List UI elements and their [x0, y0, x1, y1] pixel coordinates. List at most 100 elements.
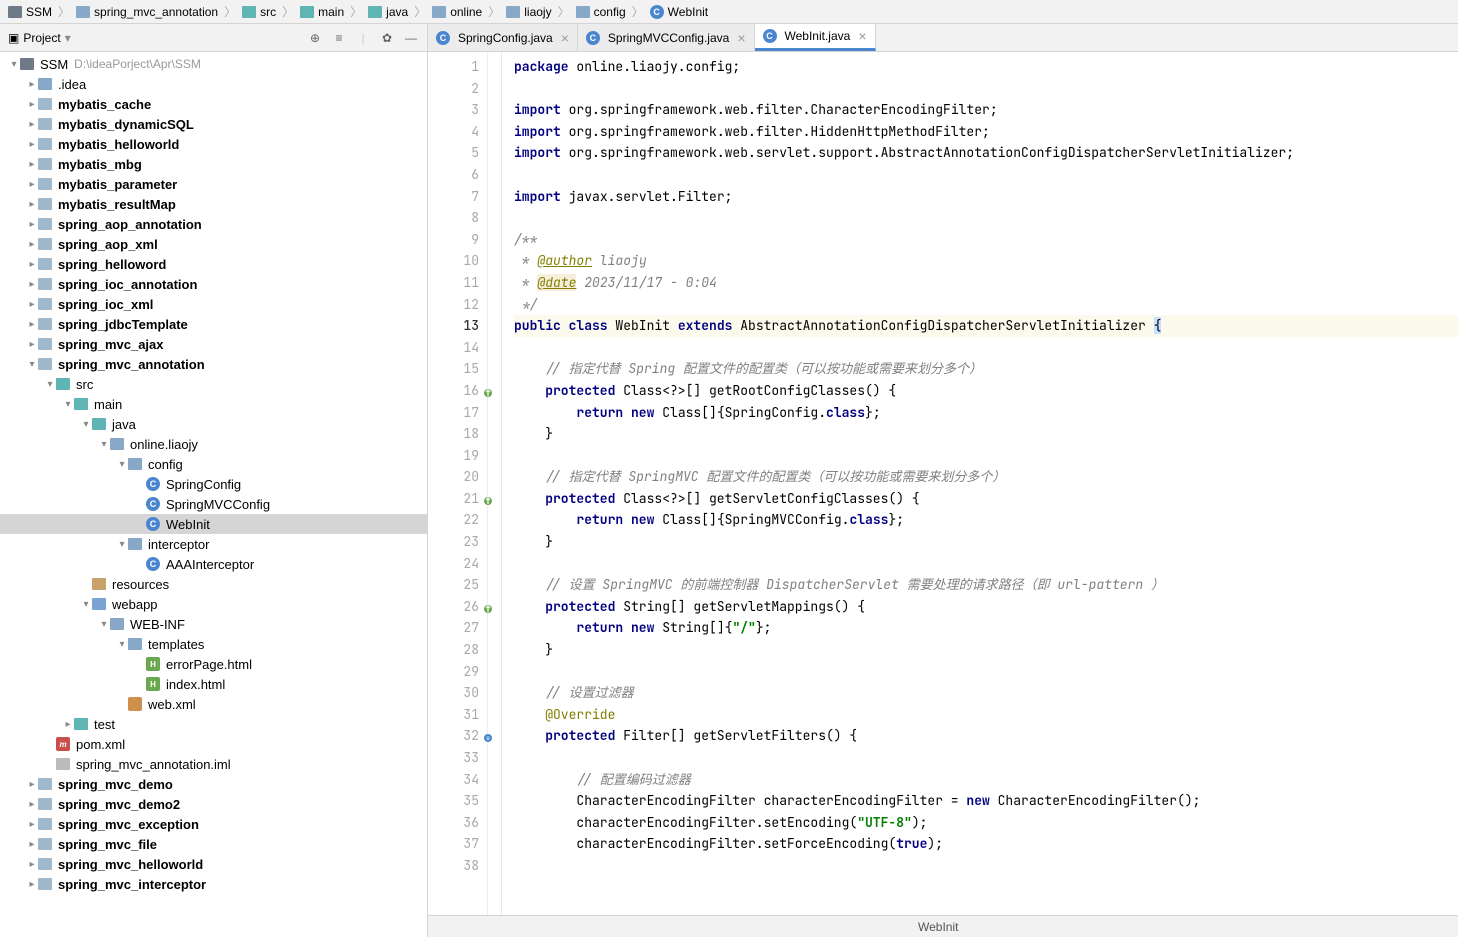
tree-node[interactable]: ▸spring_jdbcTemplate	[0, 314, 427, 334]
tree-node[interactable]: ▸spring_helloword	[0, 254, 427, 274]
dropdown-icon[interactable]: ▾	[65, 31, 71, 45]
select-opened-file-icon[interactable]: ⊕	[307, 30, 323, 46]
tree-node[interactable]: spring_mvc_annotation.iml	[0, 754, 427, 774]
tree-node[interactable]: web.xml	[0, 694, 427, 714]
override-gutter-icon[interactable]	[483, 491, 493, 501]
tree-arrow-icon[interactable]: ▸	[26, 219, 38, 230]
editor-tab[interactable]: CSpringConfig.java×	[428, 24, 578, 51]
tree-arrow-icon[interactable]: ▾	[116, 639, 128, 650]
tree-arrow-icon[interactable]: ▸	[26, 199, 38, 210]
code-area[interactable]: package online.liaojy.config; import org…	[502, 52, 1458, 915]
tree-node[interactable]: ▸spring_mvc_ajax	[0, 334, 427, 354]
tree-node[interactable]: CSpringConfig	[0, 474, 427, 494]
editor-tab[interactable]: CSpringMVCConfig.java×	[578, 24, 755, 51]
breadcrumb-item[interactable]: spring_mvc_annotation	[72, 5, 222, 19]
tree-node[interactable]: ▸spring_mvc_demo2	[0, 794, 427, 814]
tree-node[interactable]: ▸mybatis_resultMap	[0, 194, 427, 214]
tree-node[interactable]: ▸spring_ioc_xml	[0, 294, 427, 314]
tree-arrow-icon[interactable]: ▸	[26, 299, 38, 310]
tree-arrow-icon[interactable]: ▾	[26, 359, 38, 370]
close-icon[interactable]: ×	[737, 30, 745, 46]
tree-node[interactable]: resources	[0, 574, 427, 594]
tree-node[interactable]: ▾WEB-INF	[0, 614, 427, 634]
override-gutter-icon[interactable]: o	[483, 728, 493, 738]
tree-node[interactable]: ▾interceptor	[0, 534, 427, 554]
tree-arrow-icon[interactable]: ▸	[26, 839, 38, 850]
tree-node[interactable]: ▾java	[0, 414, 427, 434]
tree-node[interactable]: ▸mybatis_dynamicSQL	[0, 114, 427, 134]
breadcrumb-item[interactable]: main	[296, 5, 348, 19]
tree-arrow-icon[interactable]: ▸	[26, 779, 38, 790]
editor-tab[interactable]: CWebInit.java×	[755, 24, 876, 51]
tree-arrow-icon[interactable]: ▾	[80, 599, 92, 610]
tree-node[interactable]: ▸spring_mvc_demo	[0, 774, 427, 794]
tree-arrow-icon[interactable]: ▸	[26, 99, 38, 110]
tree-node[interactable]: ▾main	[0, 394, 427, 414]
tree-node[interactable]: ▸spring_mvc_file	[0, 834, 427, 854]
tree-node[interactable]: CSpringMVCConfig	[0, 494, 427, 514]
tree-node[interactable]: ▾online.liaojy	[0, 434, 427, 454]
tree-node[interactable]: ▾templates	[0, 634, 427, 654]
tree-node[interactable]: CAAAInterceptor	[0, 554, 427, 574]
tree-arrow-icon[interactable]: ▸	[26, 79, 38, 90]
tree-arrow-icon[interactable]: ▾	[8, 59, 20, 70]
tree-node[interactable]: HerrorPage.html	[0, 654, 427, 674]
tree-node[interactable]: ▸.idea	[0, 74, 427, 94]
expand-all-icon[interactable]: ≡	[331, 30, 347, 46]
fold-column[interactable]	[488, 52, 502, 915]
tree-arrow-icon[interactable]: ▸	[26, 159, 38, 170]
tree-arrow-icon[interactable]: ▾	[98, 619, 110, 630]
settings-icon[interactable]: ✿	[379, 30, 395, 46]
tree-arrow-icon[interactable]: ▸	[26, 859, 38, 870]
breadcrumb-item[interactable]: SSM	[4, 5, 56, 19]
tree-arrow-icon[interactable]: ▾	[98, 439, 110, 450]
tree-arrow-icon[interactable]: ▾	[80, 419, 92, 430]
breadcrumb-item[interactable]: liaojy	[502, 5, 555, 19]
tree-arrow-icon[interactable]: ▾	[116, 459, 128, 470]
override-gutter-icon[interactable]	[483, 383, 493, 393]
close-icon[interactable]: ×	[561, 30, 569, 46]
breadcrumb-item[interactable]: online	[428, 5, 486, 19]
tree-node[interactable]: ▾SSMD:\ideaPorject\Apr\SSM	[0, 54, 427, 74]
tree-arrow-icon[interactable]: ▸	[26, 799, 38, 810]
tree-node[interactable]: CWebInit	[0, 514, 427, 534]
tree-arrow-icon[interactable]: ▸	[26, 259, 38, 270]
tree-arrow-icon[interactable]: ▸	[26, 879, 38, 890]
tree-node[interactable]: ▸test	[0, 714, 427, 734]
tree-node[interactable]: ▸spring_mvc_exception	[0, 814, 427, 834]
tree-arrow-icon[interactable]: ▸	[26, 319, 38, 330]
tree-node[interactable]: ▾src	[0, 374, 427, 394]
tree-arrow-icon[interactable]: ▾	[44, 379, 56, 390]
tree-arrow-icon[interactable]: ▸	[26, 239, 38, 250]
tree-node[interactable]: ▸mybatis_mbg	[0, 154, 427, 174]
tree-node[interactable]: ▸spring_mvc_interceptor	[0, 874, 427, 894]
tree-node[interactable]: ▸spring_ioc_annotation	[0, 274, 427, 294]
project-title[interactable]: Project	[23, 31, 60, 45]
breadcrumb-item[interactable]: src	[238, 5, 280, 19]
tree-node[interactable]: ▸spring_mvc_helloworld	[0, 854, 427, 874]
editor[interactable]: 1234567891011121314151617181920212223242…	[428, 52, 1458, 915]
project-tree[interactable]: ▾SSMD:\ideaPorject\Apr\SSM▸.idea▸mybatis…	[0, 52, 427, 937]
tree-arrow-icon[interactable]: ▸	[26, 819, 38, 830]
tree-arrow-icon[interactable]: ▸	[26, 179, 38, 190]
tree-node[interactable]: ▾config	[0, 454, 427, 474]
tree-node[interactable]: ▸mybatis_parameter	[0, 174, 427, 194]
tree-arrow-icon[interactable]: ▾	[116, 539, 128, 550]
tree-node[interactable]: Hindex.html	[0, 674, 427, 694]
close-icon[interactable]: ×	[858, 28, 866, 44]
tree-arrow-icon[interactable]: ▾	[62, 399, 74, 410]
tree-node[interactable]: mpom.xml	[0, 734, 427, 754]
tree-node[interactable]: ▸mybatis_cache	[0, 94, 427, 114]
tree-arrow-icon[interactable]: ▸	[26, 119, 38, 130]
tree-node[interactable]: ▾webapp	[0, 594, 427, 614]
tree-node[interactable]: ▾spring_mvc_annotation	[0, 354, 427, 374]
tree-node[interactable]: ▸mybatis_helloworld	[0, 134, 427, 154]
tree-node[interactable]: ▸spring_aop_xml	[0, 234, 427, 254]
breadcrumb-item[interactable]: config	[572, 5, 630, 19]
breadcrumb-item[interactable]: java	[364, 5, 412, 19]
tree-arrow-icon[interactable]: ▸	[26, 279, 38, 290]
gutter[interactable]: 1234567891011121314151617181920212223242…	[428, 52, 488, 915]
override-gutter-icon[interactable]	[483, 599, 493, 609]
tree-arrow-icon[interactable]: ▸	[26, 339, 38, 350]
tree-arrow-icon[interactable]: ▸	[26, 139, 38, 150]
